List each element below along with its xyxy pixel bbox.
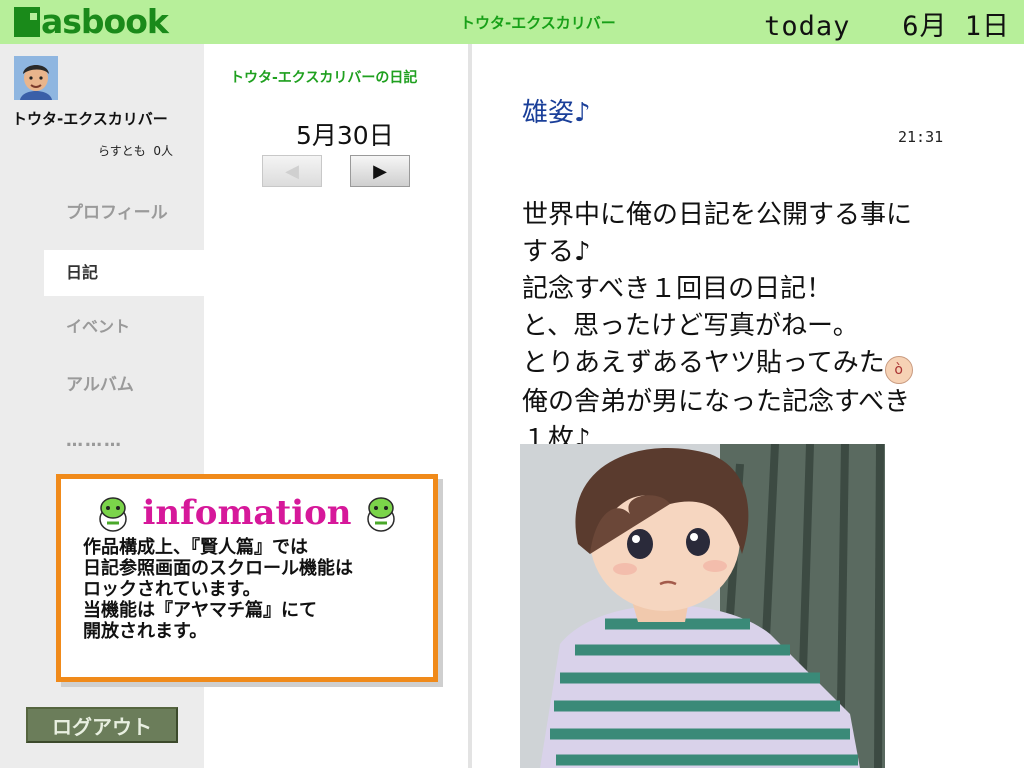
next-day-button[interactable]: ▶ bbox=[350, 155, 410, 187]
header-user-name: トウタ-エクスカリバー bbox=[460, 14, 616, 32]
friends-count[interactable]: らすとも 0人 bbox=[98, 142, 173, 159]
post-line-with-emoji: とりあえずあるヤツ貼ってみた ò bbox=[522, 345, 1012, 384]
app-logo[interactable]: asbook bbox=[14, 2, 169, 41]
post-line: 俺の舎弟が男になった記念すべき bbox=[522, 387, 911, 417]
information-line: 作品構成上、『賢人篇』では bbox=[83, 537, 308, 558]
sidebar-item-profile[interactable]: プロフィール bbox=[44, 190, 204, 236]
information-header: infomation bbox=[61, 493, 433, 533]
today-label: today bbox=[764, 11, 851, 42]
logo-mark-icon bbox=[14, 7, 40, 37]
top-bar: asbook トウタ-エクスカリバー today 6月 1日 bbox=[0, 0, 1024, 44]
logo-text: asbook bbox=[41, 2, 169, 41]
avatar[interactable] bbox=[14, 56, 58, 100]
chevron-right-icon: ▶ bbox=[373, 160, 387, 182]
previous-day-button[interactable]: ◀ bbox=[262, 155, 322, 187]
sidebar-item-event[interactable]: イベント bbox=[44, 304, 204, 350]
information-title: infomation bbox=[142, 493, 352, 533]
post-body: 世界中に俺の日記を公開する事に する♪ 記念すべき１回目の日記！ と、思ったけど… bbox=[522, 197, 1012, 458]
information-notice: infomation 作品構成上、『賢人篇』では 日記参照画面のスクロール機能は… bbox=[56, 474, 438, 682]
angry-face-icon: ò bbox=[884, 356, 913, 384]
sidebar-user-name[interactable]: トウタ-エクスカリバー bbox=[12, 108, 168, 129]
sidebar-item-album[interactable]: アルバム bbox=[44, 362, 204, 408]
information-line: 開放されます。 bbox=[83, 621, 208, 642]
sidebar-item-diary[interactable]: 日記 bbox=[44, 250, 204, 296]
post-line: 世界中に俺の日記を公開する事に bbox=[522, 200, 913, 230]
today-day: 1日 bbox=[964, 11, 1010, 42]
mascot-icon bbox=[367, 497, 396, 532]
diary-date: 5月30日 bbox=[296, 121, 394, 150]
post-title: 雄姿♪ bbox=[522, 98, 591, 128]
information-line: ロックされています。 bbox=[83, 579, 261, 600]
post-line: する♪ bbox=[522, 237, 591, 267]
today-month: 6月 bbox=[902, 11, 948, 42]
information-text: 作品構成上、『賢人篇』では 日記参照画面のスクロール機能は ロックされています。… bbox=[83, 537, 353, 642]
post-photo[interactable] bbox=[520, 444, 885, 768]
friends-label: らすとも bbox=[98, 144, 146, 158]
post-line: と、思ったけど写真がねー。 bbox=[522, 311, 859, 341]
information-line: 日記参照画面のスクロール機能は bbox=[83, 558, 353, 579]
post-line: とりあえずあるヤツ貼ってみた bbox=[522, 348, 885, 378]
friends-number: 0人 bbox=[153, 144, 174, 158]
mascot-icon bbox=[98, 497, 127, 532]
information-line: 当機能は『アヤマチ篇』にて bbox=[83, 600, 317, 621]
post-time: 21:31 bbox=[898, 128, 944, 146]
column-divider bbox=[468, 44, 472, 768]
diary-title: トウタ-エクスカリバーの日記 bbox=[230, 70, 418, 86]
today-date: today 6月 1日 bbox=[764, 4, 1010, 43]
post-line: 記念すべき１回目の日記！ bbox=[522, 274, 833, 304]
chevron-left-icon: ◀ bbox=[285, 160, 299, 182]
sidebar-item-more[interactable]: ……… bbox=[44, 418, 204, 464]
logout-button[interactable]: ログアウト bbox=[26, 707, 178, 743]
